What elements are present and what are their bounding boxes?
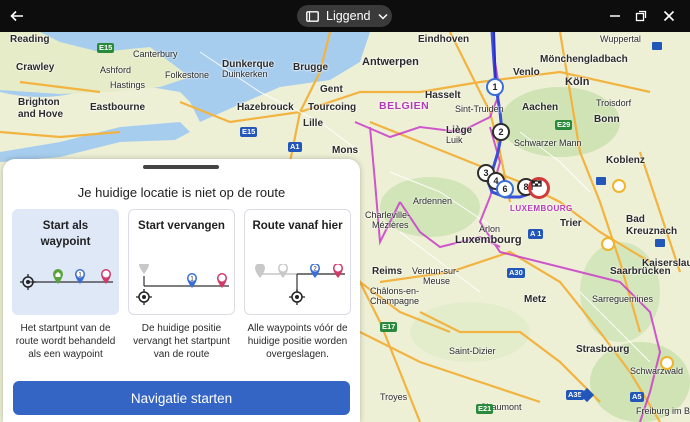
minimize-icon[interactable]: [606, 7, 624, 25]
tablet-icon: [306, 10, 319, 22]
city-label: Aachen: [522, 102, 559, 113]
city-label: Duinkerken: [222, 69, 268, 79]
city-label: Sint-Truiden: [455, 104, 504, 114]
city-label: Eastbourne: [90, 102, 146, 113]
city-label: Tourcoing: [308, 102, 357, 113]
route-from-here-diagram: 2: [255, 264, 345, 305]
country-label: BELGIEN: [379, 100, 430, 112]
road-shield: E29: [555, 120, 573, 130]
city-label: Champagne: [370, 296, 420, 306]
city-label: Meuse: [423, 276, 451, 286]
city-label: and Hove: [18, 109, 64, 120]
city-label: Luik: [446, 135, 463, 145]
waypoint-marker[interactable]: 1: [486, 78, 504, 96]
city-label: Brugge: [293, 62, 328, 73]
city-label: Crawley: [16, 62, 55, 73]
city-label: Luxembourg: [455, 234, 522, 246]
city-label: Lille: [303, 118, 324, 129]
option-description: De huidige positie vervangt het startpun…: [133, 323, 230, 360]
city-label: Folkestone: [165, 70, 210, 80]
city-label: Bad: [626, 214, 645, 225]
city-label: Antwerpen: [362, 56, 419, 68]
city-label: Brighton: [18, 97, 60, 108]
replace-start-diagram: 1: [136, 264, 229, 305]
road-shield: A1: [288, 142, 302, 152]
region-label: Ardennen: [413, 196, 453, 206]
city-label: Saarbrücken: [610, 266, 671, 277]
city-label: Trier: [560, 218, 582, 229]
city-label: Kreuznach: [626, 226, 678, 237]
poi-icon[interactable]: [601, 237, 615, 251]
city-label: Schwarzer Mann: [514, 138, 582, 148]
orientation-label: Liggend: [326, 9, 371, 23]
city-label: Strasbourg: [576, 344, 630, 355]
option-description: Het startpunt van de route wordt behande…: [15, 323, 116, 360]
city-label: Saint-Dizier: [449, 346, 496, 356]
city-label: Hastings: [110, 80, 146, 90]
road-shield: E15: [97, 43, 115, 53]
option-route-from-here[interactable]: Route vanaf hier 2: [244, 209, 351, 315]
road-shield: A5: [630, 392, 644, 402]
city-label: Mönchengladbach: [540, 54, 628, 65]
waypoint-marker[interactable]: 6: [496, 180, 514, 198]
road-shield: E21: [476, 404, 494, 414]
option-replace-start[interactable]: Start vervangen 1: [128, 209, 235, 315]
option-start-as-waypoint[interactable]: Start als waypoint 1: [12, 209, 119, 315]
option-title: Route vanaf hier: [252, 220, 343, 232]
city-label: Sarreguemines: [592, 294, 654, 304]
city-label: Troisdorf: [596, 98, 632, 108]
panel-title: Je huidige locatie is niet op de route: [77, 185, 286, 200]
city-label: Mons: [332, 145, 359, 156]
back-arrow-icon[interactable]: [6, 5, 28, 27]
country-label: LUXEMBOURG: [510, 204, 573, 213]
title-bar: Liggend: [0, 0, 690, 32]
drag-handle[interactable]: [143, 165, 219, 169]
city-label: Koblenz: [606, 155, 645, 166]
orientation-dropdown[interactable]: Liggend: [297, 5, 392, 27]
finish-flag-icon[interactable]: [528, 177, 550, 199]
poi-icon[interactable]: [612, 179, 626, 193]
city-label: Freiburg im Breisgau: [636, 406, 690, 416]
city-label: Hasselt: [425, 90, 461, 101]
road-shield: A30: [507, 268, 525, 278]
road-shield: A 1: [528, 229, 544, 239]
close-icon[interactable]: [660, 7, 678, 25]
city-label: Wuppertal: [600, 34, 641, 44]
option-title: Start als waypoint: [40, 220, 91, 248]
city-label: Bonn: [594, 114, 620, 125]
city-label: Mézières: [372, 220, 409, 230]
city-label: Venlo: [513, 67, 540, 78]
chevron-down-icon: [377, 13, 388, 20]
option-description: Alle waypoints vóór de huidige positie w…: [247, 323, 348, 360]
hotel-icon[interactable]: [652, 42, 662, 50]
road-shield: E15: [240, 127, 258, 137]
city-label: Metz: [524, 294, 547, 305]
hotel-icon[interactable]: [596, 177, 606, 185]
city-label: Hazebrouck: [237, 102, 294, 113]
poi-icon[interactable]: [660, 356, 674, 370]
restore-icon[interactable]: [632, 7, 650, 25]
region-label: Schwarzwald: [630, 366, 684, 376]
hotel-icon[interactable]: [655, 239, 665, 247]
city-label: Châlons-en-: [370, 286, 420, 296]
start-as-waypoint-diagram: 1: [20, 269, 113, 290]
option-title: Start vervangen: [138, 220, 225, 232]
city-label: Eindhoven: [418, 34, 470, 45]
city-label: Gent: [320, 84, 343, 95]
city-label: Reims: [372, 266, 403, 277]
city-label: Charleville-: [365, 210, 411, 220]
city-label: Arlon: [479, 224, 501, 234]
road-shield: E17: [380, 322, 398, 332]
waypoint-marker[interactable]: 2: [492, 123, 510, 141]
city-label: Verdun-sur-: [412, 266, 460, 276]
city-label: Köln: [565, 76, 590, 88]
city-label: Troyes: [380, 392, 408, 402]
route-start-panel: Je huidige locatie is niet op de route S…: [3, 159, 360, 422]
city-label: Canterbury: [133, 49, 178, 59]
city-label: Ashford: [100, 65, 132, 75]
city-label: Reading: [10, 34, 50, 45]
start-navigation-button[interactable]: Navigatie starten: [13, 381, 350, 415]
